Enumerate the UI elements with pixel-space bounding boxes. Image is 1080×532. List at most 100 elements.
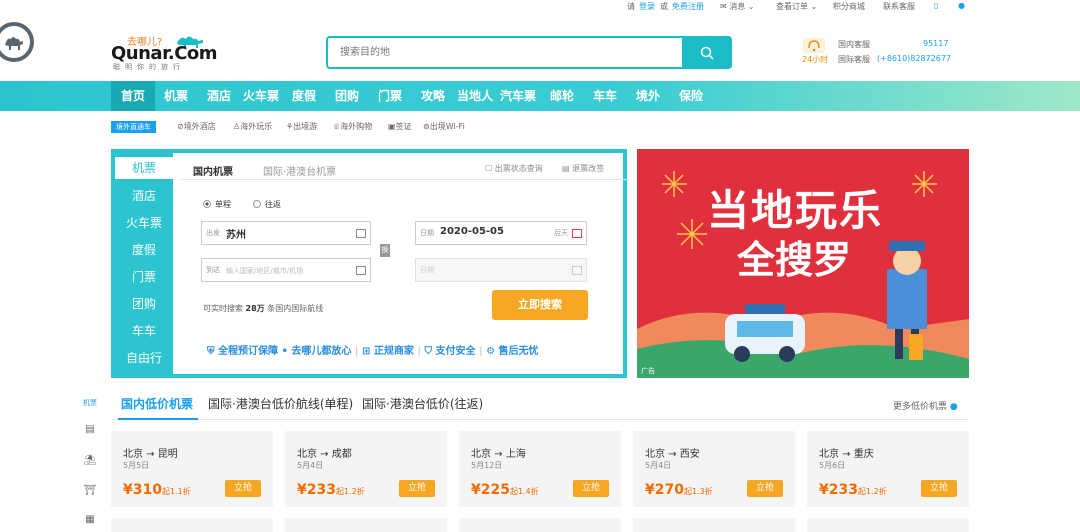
- nav-item-groupbuy[interactable]: 团购: [335, 81, 359, 111]
- side-item-groupbuy[interactable]: 团购: [115, 295, 173, 312]
- deal-card-next-row[interactable]: [633, 518, 795, 532]
- return-date-field[interactable]: 日期: [415, 258, 587, 282]
- side-item-car[interactable]: 车车: [115, 322, 173, 339]
- card-route: 北京 → 成都: [297, 449, 352, 460]
- intl-service-label: 国际客服: [838, 55, 870, 64]
- grab-button[interactable]: 立抢: [573, 480, 609, 497]
- shield-icon: ⛨: [207, 346, 215, 357]
- card-route: 北京 → 上海: [471, 449, 526, 460]
- nav-item-locals[interactable]: 当地人: [457, 81, 493, 111]
- deal-card-next-row[interactable]: [459, 518, 621, 532]
- nav-item-overseas[interactable]: 境外: [636, 81, 660, 111]
- subnav-item-visa[interactable]: ▣签证: [388, 121, 412, 133]
- grab-button[interactable]: 立抢: [747, 480, 783, 497]
- tab-domestic-flights[interactable]: 国内机票: [193, 163, 233, 178]
- subnav-item-overseas-hotel[interactable]: ⊘境外酒店: [177, 121, 216, 133]
- search-button[interactable]: [682, 36, 732, 69]
- orders-link[interactable]: 查看订单 ⌄: [776, 1, 817, 12]
- guarantee-bar: ⛨ 全程预订保障 • 去哪儿都放心 | ⊞ 正规商家 | ⛉ 支付安全 | ⚙ …: [207, 346, 539, 357]
- deal-card[interactable]: 北京 → 重庆 5月6日 ¥233起1.2折 立抢: [807, 431, 969, 507]
- logo-slogan: 聪明你的旅行: [113, 63, 185, 71]
- date-hint: 后天: [554, 229, 568, 237]
- messages-link[interactable]: ✉ 消息 ⌄: [720, 1, 755, 12]
- nav-item-insurance[interactable]: 保险: [679, 81, 703, 111]
- domestic-service-label: 国内客服: [838, 40, 870, 49]
- calendar-icon[interactable]: [572, 266, 582, 275]
- more-low-price-link[interactable]: 更多低价机票 ●: [893, 399, 958, 412]
- side-label-flights[interactable]: 机票: [83, 398, 97, 408]
- swap-cities-button[interactable]: 换: [380, 244, 390, 257]
- tab-intl-flights[interactable]: 国际·港澳台机票: [263, 163, 336, 178]
- deal-card[interactable]: 北京 → 成都 5月4日 ¥233起1.2折 立抢: [285, 431, 447, 507]
- active-tab-indicator: [118, 418, 198, 420]
- subnav-item-overseas-shopping[interactable]: ♕海外购物: [333, 121, 372, 133]
- palm-icon[interactable]: ⛱: [83, 455, 97, 467]
- deal-card[interactable]: 北京 → 昆明 5月5日 ¥310起1.1折 立抢: [111, 431, 273, 507]
- contact-link[interactable]: 联系客服: [883, 1, 915, 12]
- nav-item-flights[interactable]: 机票: [164, 81, 188, 111]
- calendar-icon[interactable]: [572, 229, 582, 238]
- city-picker-icon[interactable]: [356, 266, 366, 275]
- overseas-express-tag[interactable]: 境外直通车: [111, 121, 156, 133]
- camel-badge-icon[interactable]: [0, 22, 34, 62]
- ticket-status-link[interactable]: ☐ 出票状态查询: [485, 163, 543, 174]
- top-bar: 请 登录 或 免费注册 ✉ 消息 ⌄ 查看订单 ⌄ 积分商城 联系客服 ▯ ●: [0, 0, 1080, 14]
- side-item-flights[interactable]: 机票: [115, 157, 173, 179]
- deal-card-next-row[interactable]: [807, 518, 969, 532]
- login-link[interactable]: 登录: [639, 1, 655, 12]
- service-24h-badge: 24小时: [802, 55, 829, 64]
- card-date: 5月6日: [819, 461, 846, 470]
- nav-item-bus[interactable]: 汽车票: [500, 81, 536, 111]
- chat-icon[interactable]: ●: [958, 1, 965, 10]
- arrival-field[interactable]: 到达 输入国家/地区/城市/机场: [201, 258, 371, 282]
- nav-item-tickets[interactable]: 门票: [378, 81, 402, 111]
- tab-domestic-low-price[interactable]: 国内低价机票: [121, 395, 193, 412]
- nav-item-car[interactable]: 车车: [593, 81, 617, 111]
- nav-item-guides[interactable]: 攻略: [421, 81, 445, 111]
- card-date: 5月4日: [297, 461, 324, 470]
- roundtrip-radio[interactable]: 往返: [253, 199, 281, 210]
- landmark-icon[interactable]: ⛩: [83, 485, 97, 497]
- page: 请 登录 或 免费注册 ✉ 消息 ⌄ 查看订单 ⌄ 积分商城 联系客服 ▯ ● …: [0, 0, 1080, 532]
- return-date-label: 日期: [420, 266, 434, 274]
- tab-intl-roundtrip-low-price[interactable]: 国际·港澳台低价(往返): [362, 395, 483, 412]
- refund-change-link[interactable]: ▤ 退票改签: [562, 163, 604, 174]
- logo[interactable]: Qunar.Com: [111, 43, 218, 64]
- side-item-hotels[interactable]: 酒店: [115, 187, 173, 204]
- deal-card-next-row[interactable]: [111, 518, 273, 532]
- promo-banner[interactable]: 当地玩乐 全搜罗 广告: [637, 149, 969, 378]
- points-mall-link[interactable]: 积分商城: [833, 1, 865, 12]
- deal-card-next-row[interactable]: [285, 518, 447, 532]
- grab-button[interactable]: 立抢: [225, 480, 261, 497]
- side-item-trains[interactable]: 火车票: [115, 214, 173, 231]
- deal-card[interactable]: 北京 → 上海 5月12日 ¥225起1.4折 立抢: [459, 431, 621, 507]
- nav-item-cruise[interactable]: 邮轮: [550, 81, 574, 111]
- side-item-tickets[interactable]: 门票: [115, 268, 173, 285]
- nav-item-hotels[interactable]: 酒店: [207, 81, 231, 111]
- city-picker-icon[interactable]: [356, 229, 366, 238]
- building-icon[interactable]: ▦: [83, 514, 97, 526]
- mobile-icon[interactable]: ▯: [934, 1, 938, 10]
- nav-item-trains[interactable]: 火车票: [243, 81, 279, 111]
- deal-card[interactable]: 北京 → 西安 5月4日 ¥270起1.3折 立抢: [633, 431, 795, 507]
- side-item-vacation[interactable]: 度假: [115, 241, 173, 258]
- subnav-item-wifi[interactable]: ⊚出境Wi-Fi: [423, 121, 465, 133]
- tab-intl-oneway-low-price[interactable]: 国际·港澳台低价航线(单程): [208, 395, 353, 412]
- oneway-radio[interactable]: 单程: [203, 199, 231, 210]
- domestic-service-number: 95117: [923, 39, 949, 48]
- departure-date-field[interactable]: 日期 2020-05-05 后天: [415, 221, 587, 245]
- subnav-item-outbound-travel[interactable]: ⚘出境游: [286, 121, 317, 133]
- grab-button[interactable]: 立抢: [921, 480, 957, 497]
- date-label: 日期: [420, 229, 434, 237]
- search-flights-button[interactable]: 立即搜索: [492, 290, 588, 320]
- hotel-icon[interactable]: ▤: [83, 424, 97, 436]
- departure-field[interactable]: 出发 苏州: [201, 221, 371, 245]
- register-link[interactable]: 免费注册: [672, 1, 704, 12]
- side-item-free-travel[interactable]: 自由行: [115, 349, 173, 366]
- nav-item-vacation[interactable]: 度假: [292, 81, 316, 111]
- subnav-item-overseas-fun[interactable]: ♙海外玩乐: [233, 121, 272, 133]
- main-nav: 首页 机票 酒店 火车票 度假 团购 门票 攻略 当地人 汽车票 邮轮 车车 境…: [0, 81, 1080, 111]
- search-input[interactable]: [330, 40, 680, 65]
- grab-button[interactable]: 立抢: [399, 480, 435, 497]
- nav-item-home[interactable]: 首页: [111, 81, 156, 111]
